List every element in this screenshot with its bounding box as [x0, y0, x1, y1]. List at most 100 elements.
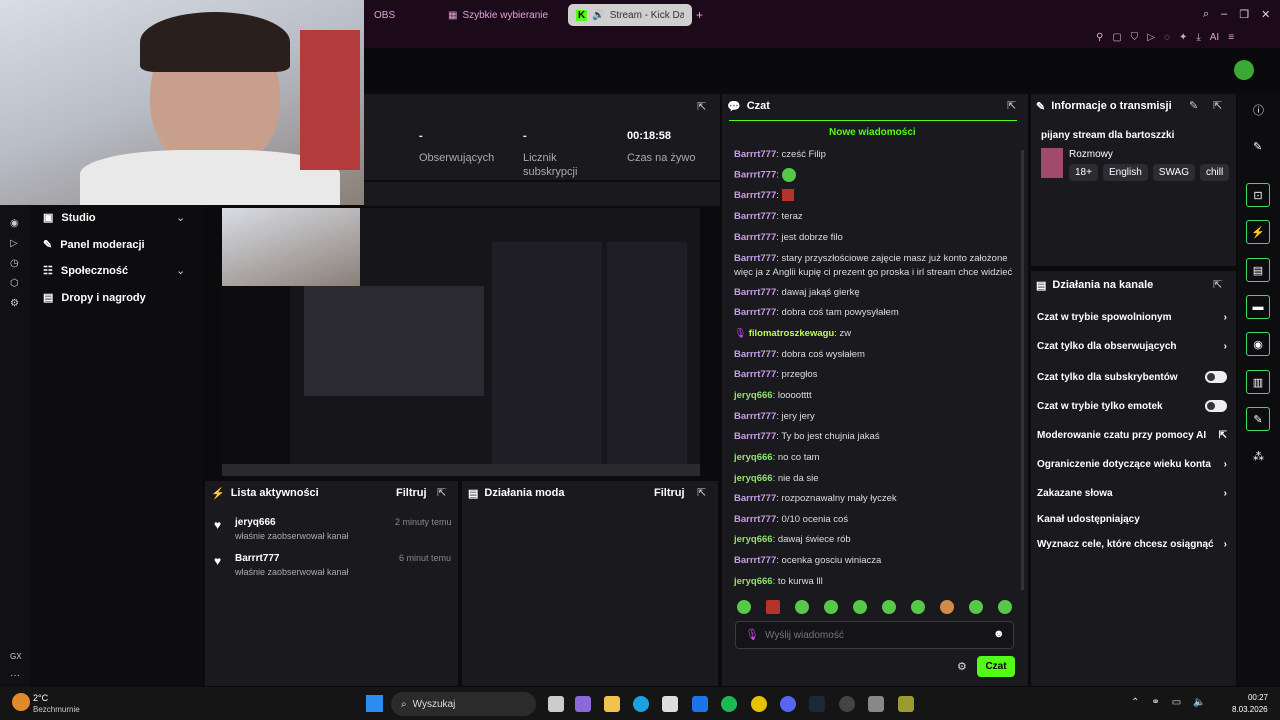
add-widget-icon[interactable]: ⁂ — [1253, 450, 1264, 463]
app-icon[interactable] — [751, 696, 767, 712]
extension-icon[interactable]: ✦ — [1179, 32, 1187, 43]
chevron-down-icon[interactable]: ⌄ — [176, 211, 185, 224]
emote-icon[interactable] — [824, 600, 838, 614]
action-sharing-channel[interactable]: Kanał udostępniający — [1037, 514, 1227, 525]
mod-filter-button[interactable]: Filtruj — [654, 487, 685, 499]
discord-icon[interactable] — [780, 696, 796, 712]
pencil-icon[interactable]: ✎ — [1253, 140, 1262, 153]
emote-icon[interactable] — [766, 600, 780, 614]
rail-button-list[interactable]: ▤ — [1246, 258, 1270, 282]
maximize-icon[interactable]: ❐ — [1239, 8, 1249, 21]
emote-icon[interactable] — [969, 600, 983, 614]
pin-icon[interactable]: ⚲ — [1096, 32, 1103, 43]
expand-icon[interactable]: ⇱ — [697, 486, 706, 499]
edit-icon[interactable]: ✎ — [1189, 99, 1198, 112]
rail-button-wrench[interactable]: ✎ — [1246, 407, 1270, 431]
copilot-icon[interactable] — [575, 696, 591, 712]
settings-icon[interactable] — [868, 696, 884, 712]
activity-user[interactable]: jeryq666 — [235, 517, 276, 528]
steam-icon[interactable] — [809, 696, 825, 712]
taskbar-search[interactable]: ⌕ Wyszukaj — [391, 692, 536, 716]
settings-icon[interactable]: ⚙ — [10, 298, 19, 309]
chat-input[interactable] — [765, 627, 985, 643]
screenshot-icon[interactable]: ▢ — [1112, 32, 1121, 43]
sidebar-item-drops[interactable]: ▤ Dropy i nagrody — [43, 291, 146, 305]
gear-icon[interactable]: ⚙ — [957, 660, 967, 673]
search-icon[interactable]: ⌕ — [1203, 8, 1209, 21]
menu-icon[interactable]: ≡ — [1228, 32, 1234, 43]
chat-scrollbar[interactable] — [1021, 150, 1024, 590]
emoji-icon[interactable]: ☻ — [993, 628, 1005, 640]
action-goals[interactable]: Wyznacz cele, które chcesz osiągnąć › — [1037, 539, 1227, 550]
box-icon[interactable]: ⬡ — [10, 278, 19, 289]
tab-obs[interactable]: OBS — [366, 4, 403, 26]
file-explorer-icon[interactable] — [604, 696, 620, 712]
rail-button-bolt[interactable]: ⚡ — [1246, 220, 1270, 244]
avatar[interactable] — [1234, 60, 1254, 80]
expand-icon[interactable]: ⇱ — [1213, 278, 1222, 291]
windows-start-icon[interactable] — [366, 695, 383, 712]
activity-filter-button[interactable]: Filtruj — [396, 487, 427, 499]
clock-icon[interactable]: ◷ — [10, 258, 19, 269]
sidebar-item-community[interactable]: ☷ Społeczność — [43, 264, 128, 278]
app-icon[interactable] — [898, 696, 914, 712]
tab-speed-dial[interactable]: ▦ Szybkie wybieranie — [440, 4, 556, 26]
rail-button-capture[interactable]: ⊡ — [1246, 183, 1270, 207]
chevron-down-icon[interactable]: ⌄ — [176, 264, 185, 277]
outlook-icon[interactable] — [692, 696, 708, 712]
mic-icon[interactable]: 🎙 — [745, 628, 759, 641]
send-chat-button[interactable]: Czat — [977, 656, 1015, 677]
display-icon[interactable]: ▭ — [1172, 697, 1181, 708]
chevron-up-icon[interactable]: ⌃ — [1131, 697, 1139, 708]
emote-only-toggle[interactable] — [1205, 400, 1227, 412]
network-icon[interactable]: ⚭ — [1151, 697, 1159, 708]
wrench-icon: ✎ — [43, 239, 53, 251]
action-slow-mode[interactable]: Czat w trybie spowolnionym › — [1037, 312, 1227, 323]
preview-chat — [492, 242, 602, 466]
store-icon[interactable] — [662, 696, 678, 712]
minimize-icon[interactable]: – — [1221, 8, 1227, 21]
edge-icon[interactable] — [633, 696, 649, 712]
emote-icon[interactable] — [911, 600, 925, 614]
emote-icon[interactable] — [940, 600, 954, 614]
emote-icon[interactable] — [998, 600, 1012, 614]
expand-icon[interactable]: ⇱ — [1213, 99, 1222, 112]
subs-only-toggle[interactable] — [1205, 371, 1227, 383]
play-circle-icon[interactable]: ▷ — [10, 238, 19, 249]
volume-icon[interactable]: 🔈 — [1193, 697, 1205, 708]
rail-button-chat[interactable]: ▬ — [1246, 295, 1270, 319]
rail-button-actions[interactable]: ▥ — [1246, 370, 1270, 394]
tab-kick-dashboard[interactable]: K🔊Stream - Kick Dashbo — [568, 4, 692, 26]
rail-button-broadcast[interactable]: ◉ — [1246, 332, 1270, 356]
preview-nested-capture — [304, 286, 484, 396]
expand-icon[interactable]: ⇱ — [437, 486, 446, 499]
ai-icon[interactable]: AI — [1210, 32, 1219, 43]
stream-info-header: ✎ Informacje o transmisji — [1036, 100, 1172, 113]
sidebar-item-moderation[interactable]: ✎ Panel moderacji — [43, 238, 145, 252]
play-icon[interactable]: ▷ — [1147, 32, 1155, 43]
spotify-icon[interactable] — [721, 696, 737, 712]
info-icon[interactable]: ⓘ — [1253, 102, 1264, 118]
action-followers-only[interactable]: Czat tylko dla obserwujących › — [1037, 341, 1227, 352]
discord-icon[interactable]: ◉ — [10, 218, 19, 229]
shield-icon[interactable]: ⛉ — [1131, 32, 1139, 43]
obs-icon[interactable] — [839, 696, 855, 712]
download-icon[interactable]: ⤓ — [1196, 32, 1200, 43]
close-icon[interactable]: ✕ — [1261, 8, 1270, 21]
vpn-icon[interactable]: ◌ — [1164, 32, 1170, 43]
new-tab-icon[interactable]: + — [696, 8, 703, 22]
sidebar-item-studio[interactable]: ▣ Studio — [43, 211, 96, 225]
emote-icon[interactable] — [795, 600, 809, 614]
task-view-icon[interactable] — [548, 696, 564, 712]
emote-icon[interactable] — [737, 600, 751, 614]
expand-icon[interactable]: ⇱ — [1007, 99, 1016, 112]
more-icon[interactable]: ··· — [10, 670, 20, 681]
emote-icon[interactable] — [853, 600, 867, 614]
action-banned-words[interactable]: Zakazane słowa › — [1037, 488, 1227, 499]
action-ai-moderation[interactable]: Moderowanie czatu przy pomocy AI ⇱ — [1037, 430, 1227, 441]
activity-user[interactable]: Barrrt777 — [235, 553, 279, 564]
speaker-icon: 🔊 — [592, 9, 605, 21]
emote-icon[interactable] — [882, 600, 896, 614]
expand-icon[interactable]: ⇱ — [697, 100, 706, 113]
action-account-age[interactable]: Ograniczenie dotyczące wieku konta › — [1037, 459, 1227, 470]
